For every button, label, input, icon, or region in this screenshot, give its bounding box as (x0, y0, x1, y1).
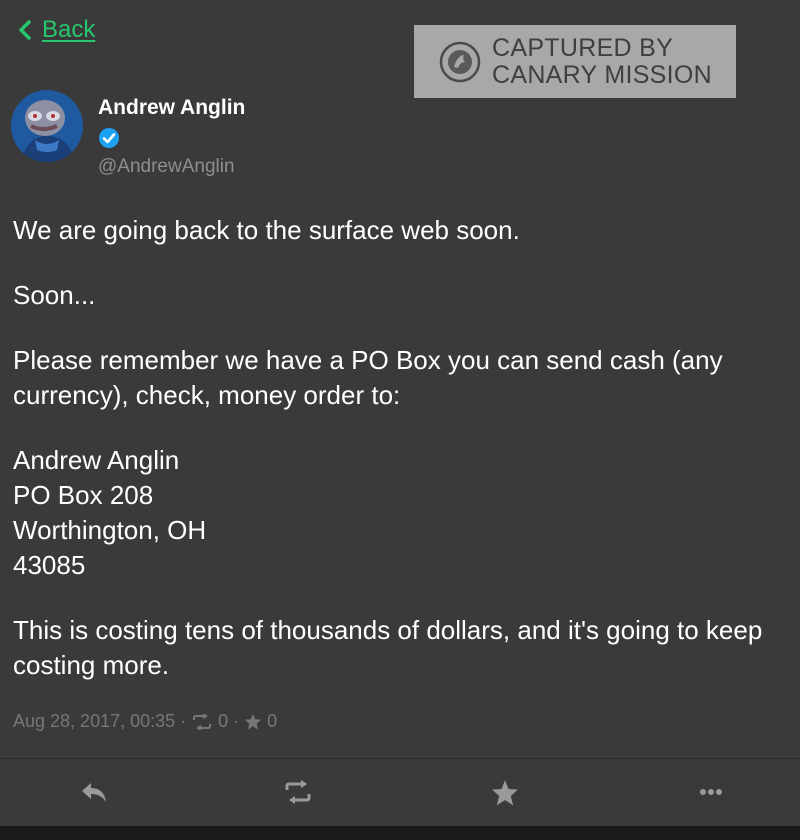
repost-count: 0 (218, 711, 229, 731)
avatar[interactable] (11, 90, 83, 162)
post-paragraph-2: Soon... (13, 280, 96, 310)
canary-logo-icon (439, 41, 481, 82)
repost-count-icon (193, 713, 212, 730)
address-line-3: Worthington, OH (13, 515, 207, 545)
back-link[interactable]: Back (18, 16, 95, 44)
author-handle[interactable]: @AndrewAnglin (98, 156, 235, 178)
post-paragraph-1: We are going back to the surface web soo… (13, 215, 520, 245)
repost-icon (285, 780, 311, 804)
post-timestamp[interactable]: Aug 28, 2017, 00:35 (13, 711, 175, 732)
author-name[interactable]: Andrew Anglin (98, 96, 245, 120)
post-body: We are going back to the surface web soo… (13, 213, 783, 713)
address-line-1: Andrew Anglin (13, 445, 180, 475)
watermark-line-1: CAPTURED BY (492, 33, 674, 62)
star-icon (492, 779, 518, 805)
post-meta: Aug 28, 2017, 00:35 · 0 · 0 (13, 711, 277, 732)
more-button[interactable] (695, 778, 727, 806)
reply-button[interactable] (78, 778, 110, 806)
chevron-left-icon (19, 20, 31, 40)
meta-separator: · (180, 711, 187, 731)
address-line-4: 43085 (13, 550, 86, 580)
post-paragraph-4: This is costing tens of thousands of dol… (13, 615, 763, 680)
repost-button[interactable] (282, 778, 314, 806)
favorite-button[interactable] (489, 778, 521, 806)
post-actions (0, 760, 800, 824)
back-label: Back (42, 16, 96, 43)
reply-icon (82, 783, 106, 802)
watermark-text: CAPTURED BY CANARY MISSION (492, 33, 712, 89)
bottom-bar (0, 826, 800, 840)
divider (0, 758, 800, 759)
post-paragraph-3: Please remember we have a PO Box you can… (13, 345, 723, 410)
verified-badge-icon (99, 128, 119, 148)
favorite-count: 0 (267, 711, 278, 731)
address-line-2: PO Box 208 (13, 480, 154, 510)
post-address: Andrew Anglin PO Box 208 Worthington, OH… (13, 443, 783, 583)
more-icon (700, 789, 722, 795)
watermark-line-2: CANARY MISSION (492, 60, 712, 89)
captured-by-watermark: CAPTURED BY CANARY MISSION (414, 25, 736, 98)
meta-separator-2: · (233, 711, 240, 731)
favorite-count-icon (245, 713, 262, 730)
